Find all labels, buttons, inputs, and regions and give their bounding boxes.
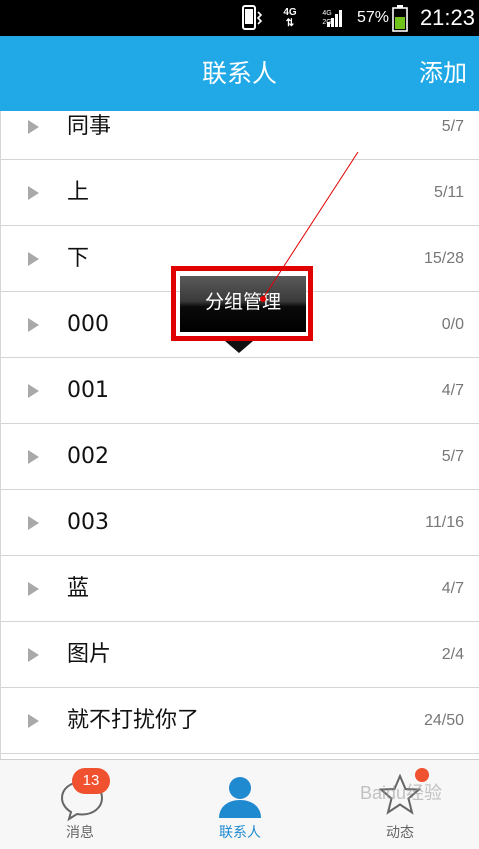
tab-label: 动态 xyxy=(386,825,414,841)
unread-badge: 13 xyxy=(72,768,110,794)
tab-label: 联系人 xyxy=(219,825,261,841)
watermark: Baidu经验 xyxy=(360,783,443,803)
tab-label: 消息 xyxy=(66,825,94,841)
annotation-arrow xyxy=(260,151,359,302)
tab-contacts[interactable]: 联系人 xyxy=(160,760,320,849)
tab-messages[interactable]: 13 消息 xyxy=(0,760,160,849)
person-icon xyxy=(217,774,263,824)
